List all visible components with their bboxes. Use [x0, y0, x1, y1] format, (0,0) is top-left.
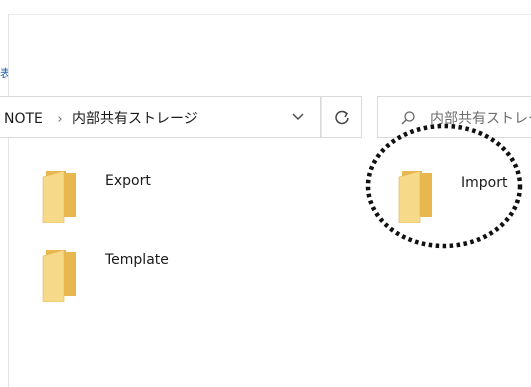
breadcrumb-item-shared-storage[interactable]: 内部共有ストレージ — [72, 111, 198, 127]
highlight-annotation — [365, 123, 523, 249]
breadcrumb-separator[interactable]: › — [57, 112, 62, 127]
address-bar[interactable]: NOTE › 内部共有ストレージ — [0, 96, 321, 138]
ribbon-view-tab-fragment[interactable]: 表示 — [0, 65, 8, 81]
folder-item-template[interactable]: Template — [42, 248, 192, 308]
breadcrumb-item-note[interactable]: NOTE — [4, 111, 43, 127]
chevron-down-icon[interactable] — [290, 108, 306, 124]
refresh-icon — [335, 110, 349, 125]
folder-icon — [42, 249, 76, 302]
file-explorer-window: 表示 NOTE › 内部共有ストレージ 内部共有ストレージの検索 — [0, 0, 531, 387]
folder-label: Export — [105, 173, 151, 189]
folder-label: Template — [105, 252, 169, 268]
folder-item-export[interactable]: Export — [42, 169, 192, 229]
window-top-border — [8, 14, 531, 15]
breadcrumb: NOTE › 内部共有ストレージ — [4, 108, 198, 128]
folder-icon — [42, 170, 76, 223]
refresh-button[interactable] — [321, 96, 362, 138]
